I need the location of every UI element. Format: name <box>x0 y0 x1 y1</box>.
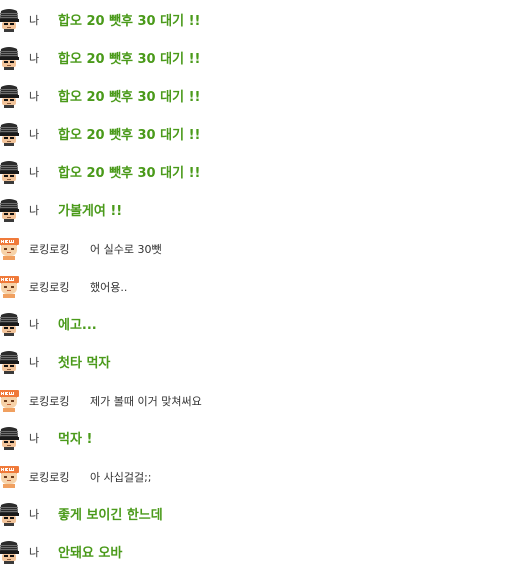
helmet-soldier-icon[interactable] <box>0 540 20 564</box>
message-text: 먹자 ! <box>58 432 93 447</box>
helmet-soldier-icon[interactable] <box>0 84 20 108</box>
helmet-soldier-icon[interactable] <box>0 160 20 184</box>
sender-name[interactable]: 나 <box>29 506 39 522</box>
message-text: 좋게 보이긴 한느데 <box>58 508 163 523</box>
sender-name[interactable]: 나 <box>29 544 39 560</box>
sender-name[interactable]: 나 <box>29 354 39 370</box>
message-text: 합오 20 뺏후 30 대기 !! <box>58 128 201 143</box>
message-text: 합오 20 뺏후 30 대기 !! <box>58 166 201 181</box>
chat-message-mine: 나 먹자 ! <box>0 419 516 457</box>
message-text: 합오 20 뺏후 30 대기 !! <box>58 90 201 105</box>
message-text: 첫타 먹자 <box>58 356 111 371</box>
message-text: 가볼게여 !! <box>58 204 123 219</box>
helmet-soldier-icon[interactable] <box>0 122 20 146</box>
message-text: 제가 볼때 이거 맞쳐써요 <box>90 395 202 408</box>
chat-message-mine: 나 합오 20 뺏후 30 대기 !! <box>0 153 516 191</box>
sender-name[interactable]: 나 <box>29 12 39 28</box>
helmet-soldier-icon[interactable] <box>0 350 20 374</box>
chat-message-mine: 나 합오 20 뺏후 30 대기 !! <box>0 115 516 153</box>
chat-message-mine: 나 안돼요 오바 <box>0 533 516 571</box>
chat-message-other: 로킹로킹 어 실수로 30뺏 <box>0 229 516 267</box>
message-text: 합오 20 뺏후 30 대기 !! <box>58 52 201 67</box>
sender-name[interactable]: 로킹로킹 <box>29 393 69 409</box>
message-text: 안돼요 오바 <box>58 546 123 561</box>
sender-name[interactable]: 나 <box>29 430 39 446</box>
sender-name[interactable]: 나 <box>29 316 39 332</box>
helmet-soldier-icon[interactable] <box>0 426 20 450</box>
chat-message-mine: 나 합오 20 뺏후 30 대기 !! <box>0 1 516 39</box>
message-text: 에고... <box>58 318 97 333</box>
chat-message-other: 로킹로킹 했어용.. <box>0 267 516 305</box>
sender-name[interactable]: 로킹로킹 <box>29 241 69 257</box>
message-text: 합오 20 뺏후 30 대기 !! <box>58 14 201 29</box>
chat-message-mine: 나 첫타 먹자 <box>0 343 516 381</box>
message-text: 어 실수로 30뺏 <box>90 243 162 256</box>
message-text: 했어용.. <box>90 281 128 294</box>
message-text: 아 사십걸걸;; <box>90 471 152 484</box>
helmet-soldier-icon[interactable] <box>0 46 20 70</box>
helmet-soldier-icon[interactable] <box>0 8 20 32</box>
sender-name[interactable]: 로킹로킹 <box>29 469 69 485</box>
new-user-icon[interactable] <box>0 236 20 260</box>
helmet-soldier-icon[interactable] <box>0 312 20 336</box>
sender-name[interactable]: 나 <box>29 126 39 142</box>
chat-message-other: 로킹로킹 제가 볼때 이거 맞쳐써요 <box>0 381 516 419</box>
new-user-icon[interactable] <box>0 274 20 298</box>
new-user-icon[interactable] <box>0 388 20 412</box>
sender-name[interactable]: 나 <box>29 164 39 180</box>
chat-message-mine: 나 합오 20 뺏후 30 대기 !! <box>0 39 516 77</box>
chat-log: 나 합오 20 뺏후 30 대기 !! 나 합오 20 뺏후 30 대기 !! … <box>0 1 516 571</box>
helmet-soldier-icon[interactable] <box>0 198 20 222</box>
helmet-soldier-icon[interactable] <box>0 502 20 526</box>
new-user-icon[interactable] <box>0 464 20 488</box>
sender-name[interactable]: 나 <box>29 50 39 66</box>
sender-name[interactable]: 로킹로킹 <box>29 279 69 295</box>
sender-name[interactable]: 나 <box>29 202 39 218</box>
chat-message-mine: 나 에고... <box>0 305 516 343</box>
sender-name[interactable]: 나 <box>29 88 39 104</box>
chat-message-other: 로킹로킹 아 사십걸걸;; <box>0 457 516 495</box>
chat-message-mine: 나 합오 20 뺏후 30 대기 !! <box>0 77 516 115</box>
chat-message-mine: 나 좋게 보이긴 한느데 <box>0 495 516 533</box>
chat-message-mine: 나 가볼게여 !! <box>0 191 516 229</box>
